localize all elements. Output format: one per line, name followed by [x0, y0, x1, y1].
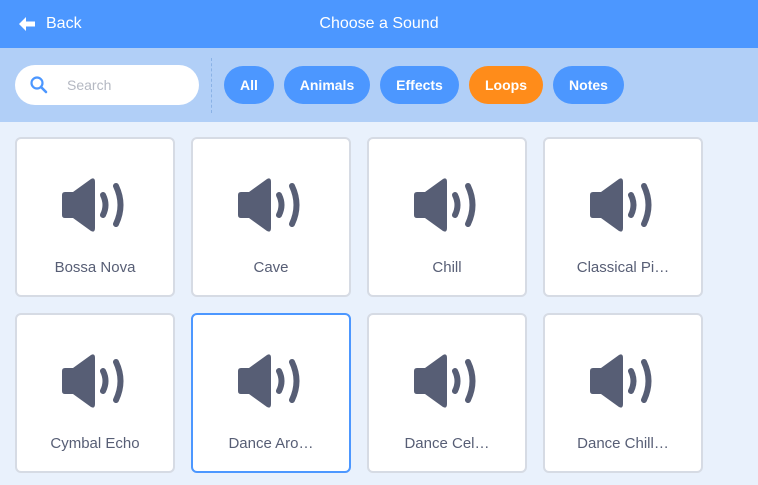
speaker-icon [59, 353, 131, 409]
sound-name: Dance Aro… [228, 435, 314, 452]
sound-name: Dance Cel… [404, 435, 490, 452]
back-button[interactable]: Back [17, 0, 82, 48]
sound-name: Classical Pi… [576, 259, 670, 276]
sound-card[interactable]: Dance Aro… [191, 313, 351, 473]
sound-card[interactable]: Cymbal Echo [15, 313, 175, 473]
sound-card[interactable]: Dance Chill… [543, 313, 703, 473]
tag-loops[interactable]: Loops [469, 66, 543, 104]
speaker-icon [411, 353, 483, 409]
speaker-icon [587, 353, 659, 409]
speaker-icon [59, 177, 131, 233]
sound-name: Dance Chill… [577, 435, 669, 452]
search-icon [29, 75, 49, 95]
sound-card[interactable]: Bossa Nova [15, 137, 175, 297]
tag-animals[interactable]: Animals [284, 66, 370, 104]
sound-card[interactable]: Chill [367, 137, 527, 297]
tag-effects[interactable]: Effects [380, 66, 459, 104]
speaker-icon [235, 177, 307, 233]
sound-card[interactable]: Classical Pi… [543, 137, 703, 297]
sound-name: Bossa Nova [54, 259, 136, 276]
sound-name: Cave [253, 259, 289, 276]
speaker-icon [411, 177, 483, 233]
sound-card[interactable]: Cave [191, 137, 351, 297]
modal-title: Choose a Sound [319, 15, 439, 32]
sound-grid: Bossa Nova Cave Chill Classical Pi… Cymb… [15, 137, 703, 473]
filter-divider [211, 58, 212, 113]
sound-name: Chill [432, 259, 462, 276]
filter-bar: All Animals Effects Loops Notes [0, 48, 758, 122]
modal-header: Back Choose a Sound [0, 0, 758, 48]
arrow-left-icon [17, 14, 37, 34]
back-label: Back [46, 15, 82, 32]
speaker-icon [235, 353, 307, 409]
sound-card[interactable]: Dance Cel… [367, 313, 527, 473]
tag-notes[interactable]: Notes [553, 66, 624, 104]
sound-name: Cymbal Echo [50, 435, 140, 452]
search-input[interactable] [67, 77, 187, 93]
speaker-icon [587, 177, 659, 233]
tag-list: All Animals Effects Loops Notes [224, 66, 624, 104]
search-box[interactable] [15, 65, 199, 105]
tag-all[interactable]: All [224, 66, 274, 104]
